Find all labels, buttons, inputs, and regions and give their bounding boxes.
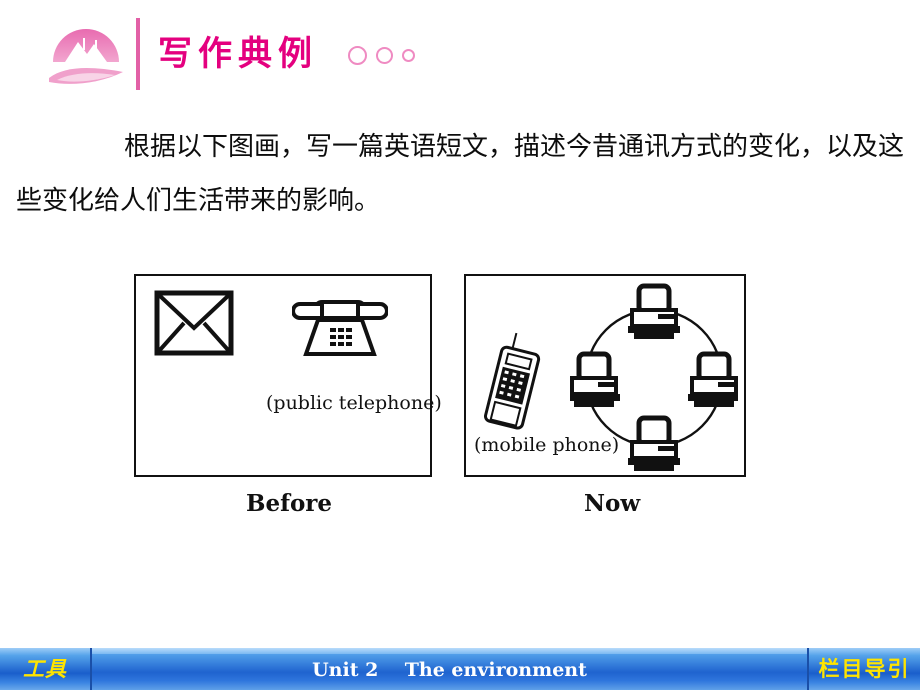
envelope-icon <box>154 290 234 356</box>
public-telephone-label: (public telephone) <box>266 392 442 414</box>
illustration-area: (public telephone) Before (mobile phone)… <box>0 250 920 540</box>
circle-icon-large <box>348 46 367 65</box>
tools-button-label: 工具 <box>23 657 67 681</box>
computer-icon-right <box>688 351 738 407</box>
page-title: 写作典例 <box>158 34 318 74</box>
navigation-button-label: 栏目导引 <box>818 657 911 681</box>
panel-before: (public telephone) <box>134 274 442 477</box>
page-header: 写作典例 <box>0 0 920 108</box>
caption-before: Before <box>246 490 333 517</box>
footer-unit-title: Unit 2 The environment <box>312 659 587 681</box>
tools-button[interactable]: 工具 <box>0 648 92 690</box>
circle-icon-small <box>402 49 415 62</box>
computer-icon-left <box>570 351 620 407</box>
decorative-circles <box>348 46 415 65</box>
mobile-phone-icon <box>482 332 546 436</box>
caption-now: Now <box>584 490 641 517</box>
writing-prompt-text: 根据以下图画，写一篇英语短文，描述今昔通讯方式的变化，以及这些变化给人们生活带来… <box>16 132 905 216</box>
header-divider <box>136 18 140 90</box>
circle-icon-medium <box>376 47 393 64</box>
computer-icon-top <box>628 283 680 339</box>
footer-bar: 工具 Unit 2 The environment 栏目导引 <box>0 648 920 690</box>
mobile-phone-label: (mobile phone) <box>474 434 620 456</box>
navigation-button[interactable]: 栏目导引 <box>807 648 920 690</box>
desk-telephone-icon <box>292 290 388 362</box>
panel-now: (mobile phone) <box>464 274 746 477</box>
computer-icon-bottom <box>628 415 680 471</box>
sunrise-mountain-logo <box>47 22 125 88</box>
